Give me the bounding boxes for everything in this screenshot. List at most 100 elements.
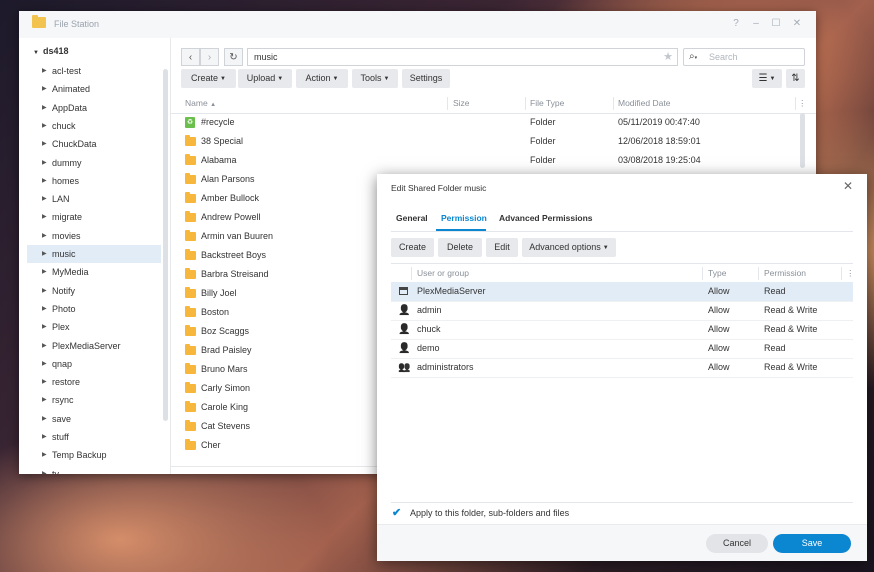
tools-button[interactable]: Tools ▼ xyxy=(352,69,398,88)
tree-item-tv[interactable]: ▶ tv xyxy=(27,465,161,474)
sort-button[interactable]: ⇅ xyxy=(786,69,805,88)
expand-right-icon[interactable]: ▶ xyxy=(42,263,47,281)
titlebar[interactable]: File Station ? – ☐ ✕ xyxy=(19,11,816,38)
expand-right-icon[interactable]: ▶ xyxy=(42,446,47,464)
delete-permission-button[interactable]: Delete xyxy=(438,238,482,257)
expand-right-icon[interactable]: ▶ xyxy=(42,80,47,98)
permission-row[interactable]: 👥 administrators Allow Read & Write xyxy=(391,358,853,378)
tree-item-plexmediaserver[interactable]: ▶ PlexMediaServer xyxy=(27,337,161,355)
view-mode-button[interactable]: ☰ ▼ xyxy=(752,69,782,88)
star-icon[interactable]: ★ xyxy=(663,49,673,65)
expand-right-icon[interactable]: ▶ xyxy=(42,154,47,172)
expand-right-icon[interactable]: ▶ xyxy=(42,355,47,373)
minimize-icon[interactable]: – xyxy=(750,18,762,29)
column-separator[interactable] xyxy=(758,267,759,280)
help-icon[interactable]: ? xyxy=(730,18,742,29)
tree-item-appdata[interactable]: ▶ AppData xyxy=(27,99,161,117)
tree-item-restore[interactable]: ▶ restore xyxy=(27,373,161,391)
permission-row[interactable]: 👤 chuck Allow Read & Write xyxy=(391,320,853,340)
expand-right-icon[interactable]: ▶ xyxy=(42,318,47,336)
tree-item-temp-backup[interactable]: ▶ Temp Backup xyxy=(27,446,161,464)
tab-advanced-permissions[interactable]: Advanced Permissions xyxy=(499,213,593,223)
column-type[interactable]: Type xyxy=(708,268,726,278)
upload-button[interactable]: Upload ▼ xyxy=(238,69,292,88)
back-button[interactable]: ‹ xyxy=(181,48,200,66)
expand-right-icon[interactable]: ▶ xyxy=(42,227,47,245)
column-separator[interactable] xyxy=(411,267,412,280)
refresh-button[interactable]: ↻ xyxy=(224,48,243,66)
cancel-button[interactable]: Cancel xyxy=(706,534,768,553)
column-separator[interactable] xyxy=(795,97,796,110)
tab-permission[interactable]: Permission xyxy=(441,213,487,223)
tree-item-save[interactable]: ▶ save xyxy=(27,410,161,428)
expand-right-icon[interactable]: ▶ xyxy=(42,245,47,263)
file-list-scrollbar[interactable] xyxy=(800,113,805,168)
expand-right-icon[interactable]: ▶ xyxy=(42,465,47,474)
column-menu-icon[interactable]: ⋮ xyxy=(798,98,807,109)
forward-button[interactable]: › xyxy=(200,48,219,66)
expand-right-icon[interactable]: ▶ xyxy=(42,373,47,391)
column-permission[interactable]: Permission xyxy=(764,268,806,278)
expand-right-icon[interactable]: ▶ xyxy=(42,391,47,409)
column-size[interactable]: Size xyxy=(453,98,470,108)
search-input[interactable]: ⌕▾ Search xyxy=(683,48,805,66)
tree-item-plex[interactable]: ▶ Plex xyxy=(27,318,161,336)
file-row[interactable]: ♻ #recycle Folder 05/11/2019 00:47:40 xyxy=(171,113,801,132)
tree-item-photo[interactable]: ▶ Photo xyxy=(27,300,161,318)
expand-right-icon[interactable]: ▶ xyxy=(42,410,47,428)
apply-subfolders-label[interactable]: Apply to this folder, sub-folders and fi… xyxy=(410,508,569,518)
permission-row[interactable]: 👤 admin Allow Read & Write xyxy=(391,301,853,321)
column-separator[interactable] xyxy=(613,97,614,110)
permission-row[interactable]: 👤 demo Allow Read xyxy=(391,339,853,359)
expand-right-icon[interactable]: ▶ xyxy=(42,190,47,208)
tree-root[interactable]: ▼ ds418 xyxy=(33,46,68,56)
apply-subfolders-checkbox[interactable]: ✔ xyxy=(392,507,404,519)
tree-item-mymedia[interactable]: ▶ MyMedia xyxy=(27,263,161,281)
tree-item-stuff[interactable]: ▶ stuff xyxy=(27,428,161,446)
expand-right-icon[interactable]: ▶ xyxy=(42,135,47,153)
action-button[interactable]: Action ▼ xyxy=(296,69,348,88)
tree-item-animated[interactable]: ▶ Animated xyxy=(27,80,161,98)
search-icon[interactable]: ⌕▾ xyxy=(689,51,697,62)
expand-right-icon[interactable]: ▶ xyxy=(42,428,47,446)
column-user-or-group[interactable]: User or group xyxy=(417,268,469,278)
tree-item-lan[interactable]: ▶ LAN xyxy=(27,190,161,208)
file-row[interactable]: Alabama Folder 03/08/2018 19:25:04 xyxy=(171,151,801,170)
close-icon[interactable]: ✕ xyxy=(791,18,803,29)
tree-item-movies[interactable]: ▶ movies xyxy=(27,227,161,245)
tree-item-acl-test[interactable]: ▶ acl-test xyxy=(27,62,161,80)
expand-right-icon[interactable]: ▶ xyxy=(42,208,47,226)
edit-permission-button[interactable]: Edit xyxy=(486,238,518,257)
create-button[interactable]: Create ▼ xyxy=(181,69,236,88)
column-name[interactable]: Name ▲ xyxy=(185,98,216,108)
column-separator[interactable] xyxy=(841,267,842,280)
settings-button[interactable]: Settings xyxy=(402,69,450,88)
tree-scrollbar[interactable] xyxy=(163,69,168,421)
path-input[interactable]: music ★ xyxy=(247,48,678,66)
expand-right-icon[interactable]: ▶ xyxy=(42,172,47,190)
tree-item-qnap[interactable]: ▶ qnap xyxy=(27,355,161,373)
expand-right-icon[interactable]: ▶ xyxy=(42,117,47,135)
column-menu-icon[interactable]: ⋮ xyxy=(846,268,855,279)
expand-right-icon[interactable]: ▶ xyxy=(42,62,47,80)
expand-right-icon[interactable]: ▶ xyxy=(42,337,47,355)
save-button[interactable]: Save xyxy=(773,534,851,553)
column-separator[interactable] xyxy=(702,267,703,280)
tree-item-dummy[interactable]: ▶ dummy xyxy=(27,154,161,172)
tree-item-rsync[interactable]: ▶ rsync xyxy=(27,391,161,409)
tab-general[interactable]: General xyxy=(396,213,428,223)
dialog-close-icon[interactable]: ✕ xyxy=(843,179,853,193)
column-modified[interactable]: Modified Date xyxy=(618,98,670,108)
tree-item-notify[interactable]: ▶ Notify xyxy=(27,282,161,300)
advanced-options-button[interactable]: Advanced options ▼ xyxy=(522,238,616,257)
tree-item-migrate[interactable]: ▶ migrate xyxy=(27,208,161,226)
expand-right-icon[interactable]: ▶ xyxy=(42,99,47,117)
expand-right-icon[interactable]: ▶ xyxy=(42,300,47,318)
permission-row[interactable]: PlexMediaServer Allow Read xyxy=(391,282,853,302)
column-separator[interactable] xyxy=(447,97,448,110)
tree-item-homes[interactable]: ▶ homes xyxy=(27,172,161,190)
expand-right-icon[interactable]: ▶ xyxy=(42,282,47,300)
tree-item-music[interactable]: ▶ music xyxy=(27,245,161,263)
maximize-icon[interactable]: ☐ xyxy=(770,18,782,29)
column-separator[interactable] xyxy=(525,97,526,110)
